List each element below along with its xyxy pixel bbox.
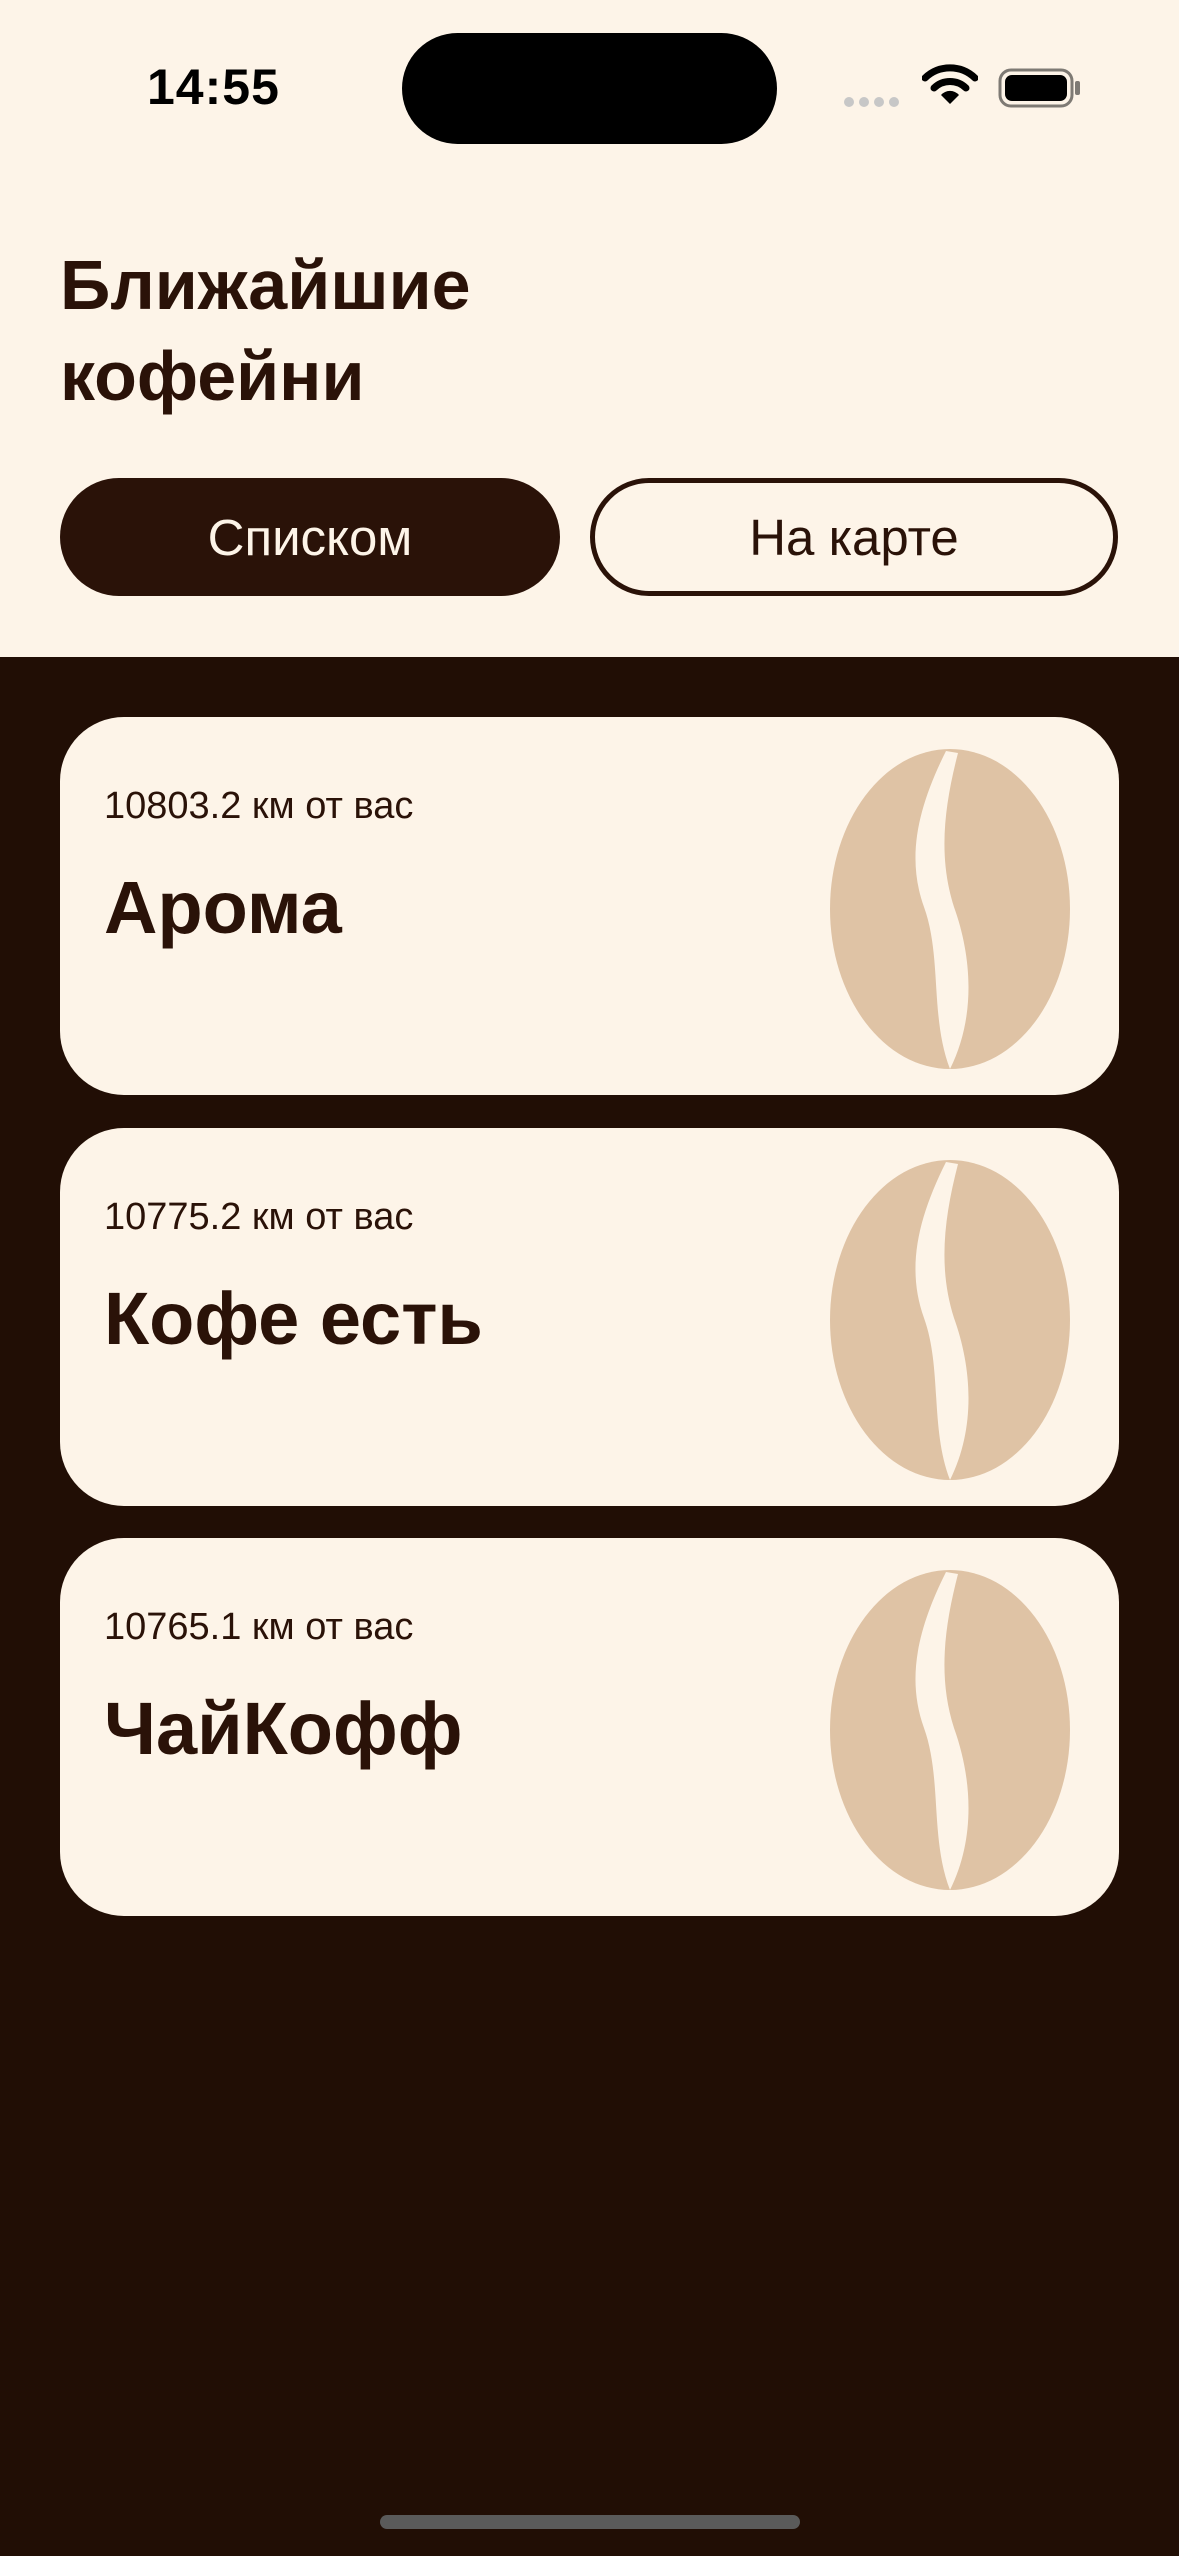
dynamic-island — [402, 33, 777, 144]
wifi-icon — [922, 64, 978, 104]
page-title: Ближайшие кофейни — [60, 246, 471, 415]
cafe-name: ЧайКофф — [104, 1687, 463, 1770]
coffee-bean-icon — [830, 1160, 1070, 1480]
cafe-card[interactable]: 10765.1 км от вас ЧайКофф — [60, 1538, 1119, 1916]
coffee-bean-icon — [830, 749, 1070, 1069]
map-view-label: На карте — [749, 508, 959, 566]
list-view-label: Списком — [207, 508, 413, 566]
cafe-distance: 10803.2 км от вас — [104, 785, 414, 827]
cafe-name: Арома — [104, 866, 342, 949]
cafe-card[interactable]: 10803.2 км от вас Арома — [60, 717, 1119, 1095]
coffee-bean-icon — [830, 1570, 1070, 1890]
cafe-distance: 10775.2 км от вас — [104, 1196, 414, 1238]
list-view-button[interactable]: Списком — [60, 478, 560, 596]
battery-icon — [998, 68, 1080, 108]
cafe-distance: 10765.1 км от вас — [104, 1606, 414, 1648]
status-time: 14:55 — [147, 59, 280, 115]
cellular-signal-icon — [844, 94, 904, 112]
map-view-button[interactable]: На карте — [590, 478, 1118, 596]
cafe-name: Кофе есть — [104, 1277, 483, 1360]
home-indicator[interactable] — [380, 2515, 800, 2529]
cafe-card[interactable]: 10775.2 км от вас Кофе есть — [60, 1128, 1119, 1506]
